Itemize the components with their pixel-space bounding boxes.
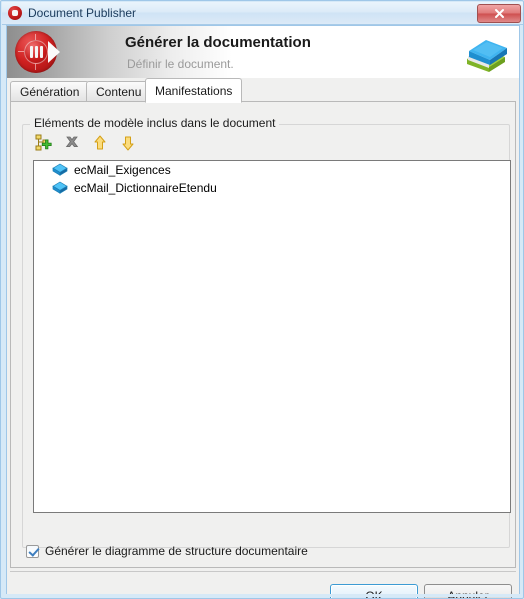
list-item[interactable]: ecMail_Exigences: [34, 161, 510, 179]
title-bar: Document Publisher: [2, 2, 523, 24]
arrow-down-icon: [122, 136, 134, 151]
package-icon: [52, 162, 68, 178]
generate-diagram-checkbox[interactable]: [26, 544, 39, 558]
list-item-label: ecMail_DictionnaireEtendu: [74, 181, 217, 195]
model-elements-groupbox-label: Eléments de modèle inclus dans le docume…: [30, 116, 280, 130]
list-toolbar: [33, 132, 139, 154]
tab-generation[interactable]: Génération: [10, 81, 90, 102]
close-icon[interactable]: [477, 4, 521, 23]
generate-diagram-checkbox-row[interactable]: Générer le diagramme de structure docume…: [26, 544, 308, 558]
tree-add-icon: [35, 134, 52, 151]
window-bottom-rim: [2, 594, 523, 597]
tab-strip: Génération Contenu Manifestations: [10, 78, 516, 103]
books-icon: [461, 31, 511, 75]
move-down-button[interactable]: [117, 132, 139, 154]
remove-model-element-button[interactable]: [61, 132, 83, 154]
add-model-element-button[interactable]: [33, 132, 55, 154]
move-up-button[interactable]: [89, 132, 111, 154]
tab-page-manifestations: Eléments de modèle inclus dans le docume…: [10, 102, 516, 568]
package-icon: [52, 180, 68, 196]
tab-manifestations[interactable]: Manifestations: [145, 78, 243, 103]
tab-contenu[interactable]: Contenu: [86, 81, 152, 102]
dialog-client-area: Générer la documentation Définir le docu…: [6, 25, 520, 598]
document-publisher-logo-icon: [15, 31, 60, 75]
window-title: Document Publisher: [28, 6, 137, 20]
dialog-window: Document Publisher Générer la documentat…: [0, 0, 524, 599]
app-logo-icon: [7, 5, 23, 21]
arrow-up-icon: [94, 135, 106, 150]
header-banner: Générer la documentation Définir le docu…: [7, 26, 519, 78]
generate-diagram-label: Générer le diagramme de structure docume…: [45, 544, 308, 558]
page-title: Générer la documentation: [125, 34, 311, 51]
close-glyph: [494, 9, 504, 18]
button-bar: OK Annuler: [7, 572, 519, 598]
list-item[interactable]: ecMail_DictionnaireEtendu: [34, 179, 510, 197]
list-item-label: ecMail_Exigences: [74, 163, 171, 177]
delete-x-icon: [65, 136, 79, 147]
model-elements-list[interactable]: ecMail_Exigences ecMail_DictionnaireEten…: [33, 160, 511, 513]
page-subtitle: Définir le document.: [127, 57, 234, 71]
